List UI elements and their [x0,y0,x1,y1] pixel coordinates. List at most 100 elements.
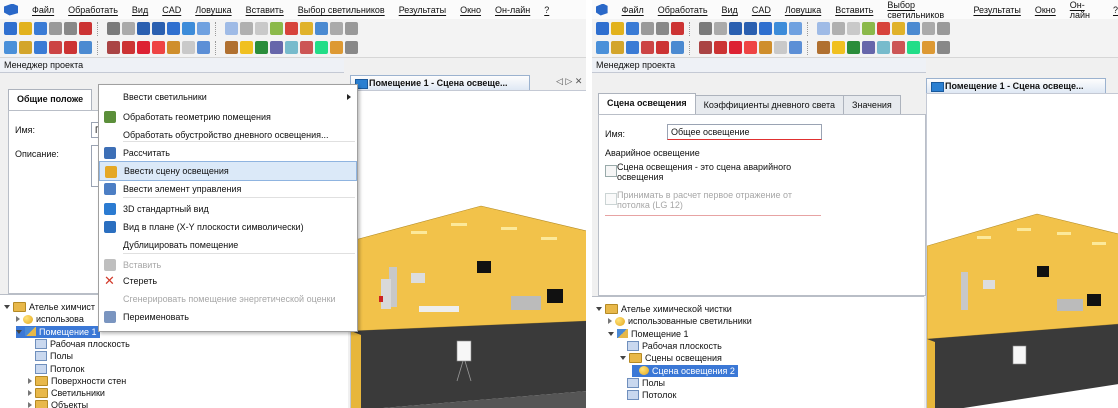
collapsed-arrow-icon[interactable] [28,390,32,397]
tree-item[interactable]: Потолок [620,389,676,401]
menu-item-4[interactable]: Ловушка [195,5,231,15]
menu-item-7[interactable]: Результаты [973,5,1020,15]
toolbar-button-icon[interactable] [255,41,268,54]
document-tab[interactable]: Помещение 1 - Сцена освеще... [350,75,530,90]
tree-item[interactable]: использова [16,313,84,325]
expanded-arrow-icon[interactable] [4,305,10,309]
collapsed-arrow-icon[interactable] [28,402,32,408]
tree-item[interactable]: Полы [620,377,665,389]
toolbar-button-icon[interactable] [285,41,298,54]
tree-item[interactable]: Поверхности стен [28,375,126,387]
toolbar-button-icon[interactable] [774,22,787,35]
document-tab[interactable]: Помещение 1 - Сцена освеще... [926,78,1106,93]
toolbar-button-icon[interactable] [611,41,624,54]
toolbar-button-icon[interactable] [671,22,684,35]
toolbar-button-icon[interactable] [907,41,920,54]
toolbar-button-icon[interactable] [892,22,905,35]
toolbar-button-icon[interactable] [699,22,712,35]
menu-item-0[interactable]: Файл [622,5,644,15]
3d-view[interactable] [926,93,1118,408]
context-menu-item[interactable]: 3D стандартный вид [99,199,357,219]
toolbar-button-icon[interactable] [847,41,860,54]
toolbar-button-icon[interactable] [744,41,757,54]
tab-daylight-factors[interactable]: Коэффициенты дневного света [694,95,845,114]
toolbar-button-icon[interactable] [122,22,135,35]
collapsed-arrow-icon[interactable] [28,377,32,384]
toolbar-button-icon[interactable] [315,41,328,54]
toolbar-button-icon[interactable] [152,22,165,35]
toolbar-button-icon[interactable] [270,41,283,54]
toolbar-button-icon[interactable] [729,22,742,35]
tree-item[interactable]: Рабочая плоскость [28,338,130,350]
menu-item-3[interactable]: CAD [752,5,771,15]
toolbar-button-icon[interactable] [759,41,772,54]
menu-item-6[interactable]: Выбор светильников [298,5,385,15]
tree-item[interactable]: Сцены освещения [620,352,722,364]
toolbar-button-icon[interactable] [862,22,875,35]
toolbar-button-icon[interactable] [892,41,905,54]
tree-item[interactable]: Ателье химической чистки [596,303,732,315]
tab-general[interactable]: Общие положе [8,89,93,110]
tree-item[interactable]: Помещение 1 [608,328,689,340]
toolbar-button-icon[interactable] [197,41,210,54]
toolbar-button-icon[interactable] [315,22,328,35]
toolbar-button-icon[interactable] [656,41,669,54]
menu-item-8[interactable]: Окно [460,5,481,15]
toolbar-button-icon[interactable] [714,41,727,54]
toolbar-button-icon[interactable] [34,41,47,54]
3d-view[interactable] [350,90,586,408]
context-menu-item[interactable]: Вид в плане (X-Y плоскости символически) [99,217,357,237]
toolbar-button-icon[interactable] [671,41,684,54]
emergency-scene-checkbox[interactable] [605,165,617,177]
tab-values[interactable]: Значения [843,95,901,114]
toolbar-button-icon[interactable] [789,41,802,54]
toolbar-button-icon[interactable] [596,22,609,35]
toolbar-button-icon[interactable] [4,22,17,35]
toolbar-button-icon[interactable] [877,22,890,35]
toolbar-button-icon[interactable] [744,22,757,35]
toolbar-button-icon[interactable] [922,22,935,35]
context-menu-item[interactable]: Рассчитать [99,143,357,163]
collapsed-arrow-icon[interactable] [16,316,20,323]
toolbar-button-icon[interactable] [64,41,77,54]
menu-item-5[interactable]: Вставить [835,5,873,15]
toolbar-button-icon[interactable] [137,41,150,54]
expanded-arrow-icon[interactable] [596,307,602,311]
toolbar-button-icon[interactable] [19,41,32,54]
toolbar-button-icon[interactable] [641,41,654,54]
toolbar-button-icon[interactable] [937,22,950,35]
menu-item-9[interactable]: Он-лайн [495,5,530,15]
toolbar-button-icon[interactable] [270,22,283,35]
toolbar-button-icon[interactable] [300,41,313,54]
menu-item-5[interactable]: Вставить [246,5,284,15]
toolbar-button-icon[interactable] [847,22,860,35]
toolbar-button-icon[interactable] [774,41,787,54]
expanded-arrow-icon[interactable] [620,356,626,361]
toolbar-button-icon[interactable] [699,41,712,54]
tree-item[interactable]: Ателье химчист [4,301,95,313]
menu-item-9[interactable]: Он-лайн [1070,0,1099,20]
toolbar-button-icon[interactable] [345,22,358,35]
context-menu-item[interactable]: Дублицировать помещение [99,235,357,255]
toolbar-button-icon[interactable] [922,41,935,54]
toolbar-button-icon[interactable] [300,22,313,35]
menu-item-1[interactable]: Обработать [68,5,118,15]
toolbar-button-icon[interactable] [832,22,845,35]
scene-name-field[interactable]: Общее освещение [667,124,822,140]
toolbar-button-icon[interactable] [49,22,62,35]
toolbar-button-icon[interactable] [79,41,92,54]
menu-item-8[interactable]: Окно [1035,5,1056,15]
toolbar-button-icon[interactable] [611,22,624,35]
toolbar-button-icon[interactable] [255,22,268,35]
toolbar-button-icon[interactable] [817,22,830,35]
toolbar-button-icon[interactable] [907,22,920,35]
toolbar-button-icon[interactable] [714,22,727,35]
menu-item-2[interactable]: Вид [722,5,738,15]
context-menu-item[interactable]: Ввести светильники [99,87,357,107]
toolbar-button-icon[interactable] [330,22,343,35]
menu-item-0[interactable]: Файл [32,5,54,15]
menu-item-1[interactable]: Обработать [658,5,708,15]
tree-item[interactable]: Помещение 1 [16,325,100,338]
toolbar-button-icon[interactable] [19,22,32,35]
toolbar-button-icon[interactable] [817,41,830,54]
